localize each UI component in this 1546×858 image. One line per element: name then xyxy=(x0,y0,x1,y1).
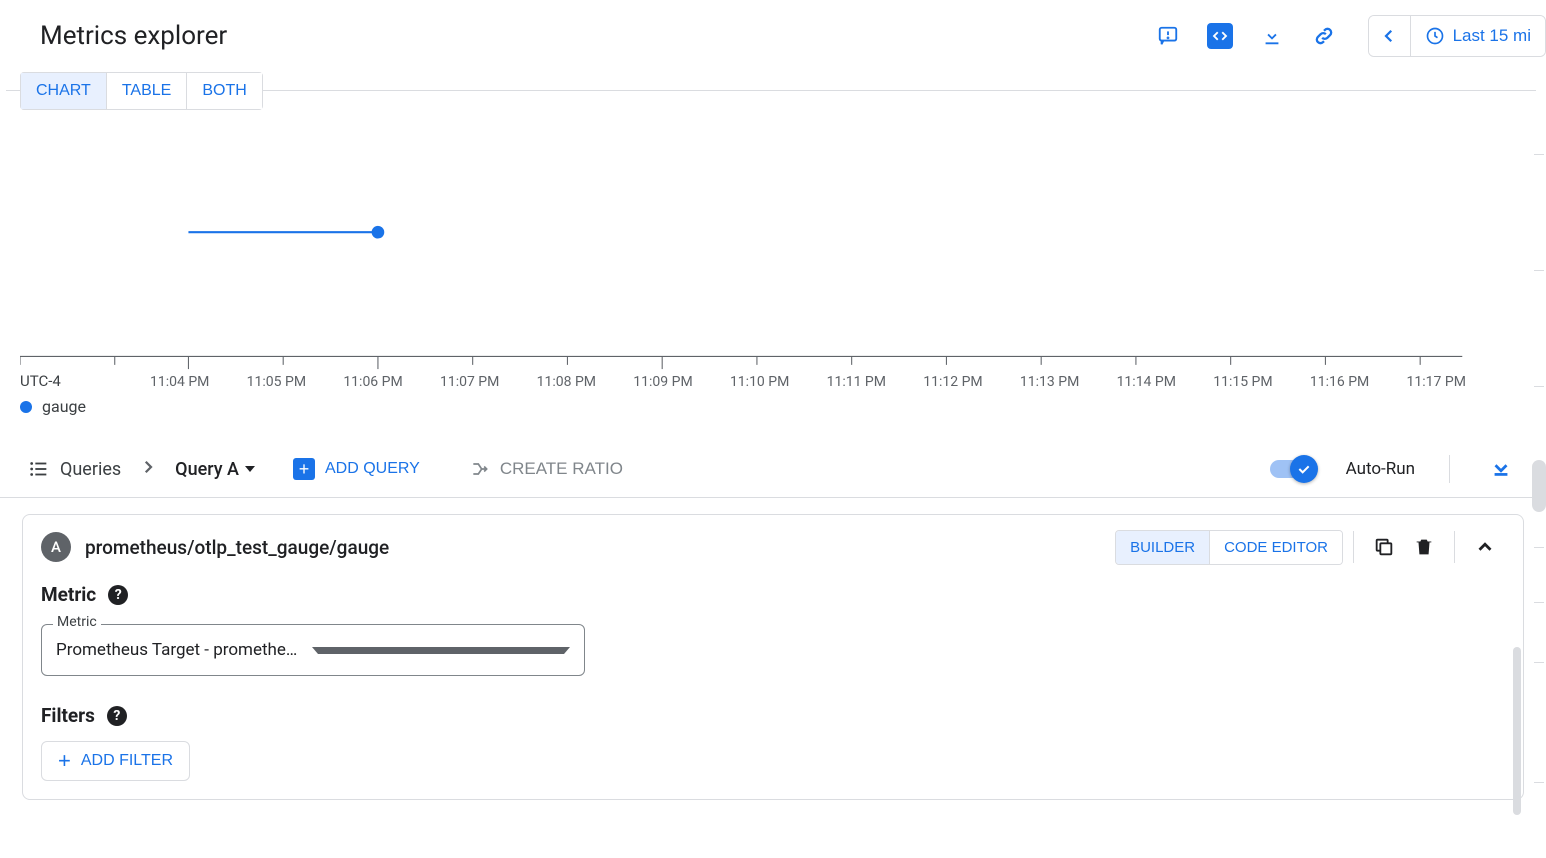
metric-section-text: Metric xyxy=(41,583,96,606)
queries-label-text: Queries xyxy=(60,459,121,480)
page-title: Metrics explorer xyxy=(40,21,227,51)
divider xyxy=(1454,531,1455,563)
tab-both[interactable]: BOTH xyxy=(186,73,261,109)
chart-legend[interactable]: gauge xyxy=(20,397,86,416)
chart[interactable]: 6 5 4 UTC-4 11:04 PM 11:05 PM 11:06 PM 1… xyxy=(20,108,1536,408)
delete-query-button[interactable] xyxy=(1404,527,1444,567)
collapse-query-button[interactable] xyxy=(1465,527,1505,567)
chart-x-tick: 11:11 PM xyxy=(827,374,924,390)
header: Metrics explorer Last 15 mi xyxy=(0,0,1546,72)
view-tabs-row: CHART TABLE BOTH xyxy=(0,72,1546,108)
feedback-icon[interactable] xyxy=(1146,14,1190,58)
chart-x-tick: 11:10 PM xyxy=(730,374,827,390)
current-query-label: Query A xyxy=(175,459,239,480)
query-panel-body: Metric ? Metric Prometheus Target - prom… xyxy=(23,579,1523,799)
chart-x-tick: 11:17 PM xyxy=(1407,374,1466,390)
time-prev-button[interactable] xyxy=(1369,15,1411,57)
list-icon xyxy=(28,458,50,480)
filters-section-label: Filters ? xyxy=(41,704,1505,727)
query-mode-tabs: BUILDER CODE EDITOR xyxy=(1115,530,1343,565)
query-badge: A xyxy=(41,532,71,562)
add-query-button[interactable]: + ADD QUERY xyxy=(287,457,426,481)
filters-section-text: Filters xyxy=(41,704,95,727)
queries-bar: Queries Query A + ADD QUERY CREATE RATIO… xyxy=(0,440,1546,498)
chart-x-tick: 11:14 PM xyxy=(1117,374,1214,390)
current-query-selector[interactable]: Query A xyxy=(175,459,255,480)
time-range-label: Last 15 mi xyxy=(1453,26,1531,46)
chart-x-tick: 11:09 PM xyxy=(633,374,730,390)
download-icon[interactable] xyxy=(1250,14,1294,58)
metric-section-label: Metric ? xyxy=(41,583,1505,606)
metric-selector[interactable]: Metric Prometheus Target - prometheus/ot… xyxy=(41,624,585,676)
link-icon[interactable] xyxy=(1302,14,1346,58)
tab-builder[interactable]: BUILDER xyxy=(1116,531,1209,564)
chart-x-tick: 11:05 PM xyxy=(247,374,344,390)
plus-icon: + xyxy=(58,750,71,772)
right-edge-ticks xyxy=(1534,92,1544,858)
divider xyxy=(1449,455,1450,483)
code-icon[interactable] xyxy=(1198,14,1242,58)
query-panels: A prometheus/otlp_test_gauge/gauge BUILD… xyxy=(0,498,1546,800)
chart-x-tick: 11:04 PM xyxy=(150,374,247,390)
time-range-picker: Last 15 mi xyxy=(1368,15,1546,57)
dropdown-icon xyxy=(312,647,570,654)
auto-run-toggle[interactable] xyxy=(1270,460,1314,478)
dropdown-icon xyxy=(245,466,255,472)
tab-table[interactable]: TABLE xyxy=(106,73,187,109)
auto-run-label: Auto-Run xyxy=(1346,459,1415,479)
create-ratio-button[interactable]: CREATE RATIO xyxy=(464,458,629,480)
queries-breadcrumb[interactable]: Queries xyxy=(28,458,121,480)
create-ratio-label: CREATE RATIO xyxy=(500,459,623,479)
chart-x-tick: 11:16 PM xyxy=(1310,374,1407,390)
chart-x-tick: 11:07 PM xyxy=(440,374,537,390)
help-icon[interactable]: ? xyxy=(107,706,127,726)
chart-x-axis: 11:04 PM 11:05 PM 11:06 PM 11:07 PM 11:0… xyxy=(20,374,1466,390)
metric-field-legend: Metric xyxy=(53,614,101,630)
tab-code-editor[interactable]: CODE EDITOR xyxy=(1209,531,1342,564)
metric-selected-value: Prometheus Target - prometheus/otlp_test… xyxy=(56,640,302,660)
divider xyxy=(1353,531,1354,563)
collapse-all-button[interactable] xyxy=(1484,456,1518,483)
time-range-button[interactable]: Last 15 mi xyxy=(1411,15,1545,57)
plus-icon: + xyxy=(293,458,315,480)
query-panel-a: A prometheus/otlp_test_gauge/gauge BUILD… xyxy=(22,514,1524,800)
add-query-label: ADD QUERY xyxy=(325,460,420,478)
query-panel-header: A prometheus/otlp_test_gauge/gauge BUILD… xyxy=(23,515,1523,579)
chart-x-tick: 11:06 PM xyxy=(343,374,440,390)
help-icon[interactable]: ? xyxy=(108,585,128,605)
copy-query-button[interactable] xyxy=(1364,527,1404,567)
toggle-knob-check-icon xyxy=(1290,455,1318,483)
tab-chart[interactable]: CHART xyxy=(21,73,106,109)
chart-x-tick: 11:08 PM xyxy=(537,374,634,390)
legend-dot-icon xyxy=(20,401,32,413)
chart-x-tick: 11:12 PM xyxy=(923,374,1020,390)
chart-x-tick: 11:13 PM xyxy=(1020,374,1117,390)
view-tabs: CHART TABLE BOTH xyxy=(20,72,263,110)
chevron-right-icon xyxy=(139,458,157,480)
chart-x-tick: 11:15 PM xyxy=(1213,374,1310,390)
add-filter-label: ADD FILTER xyxy=(81,752,173,770)
query-title: prometheus/otlp_test_gauge/gauge xyxy=(85,536,389,559)
legend-label: gauge xyxy=(42,397,86,416)
add-filter-button[interactable]: + ADD FILTER xyxy=(41,741,190,781)
panel-scrollbar[interactable] xyxy=(1513,647,1521,815)
merge-icon xyxy=(470,459,490,479)
header-actions: Last 15 mi xyxy=(1146,14,1546,58)
